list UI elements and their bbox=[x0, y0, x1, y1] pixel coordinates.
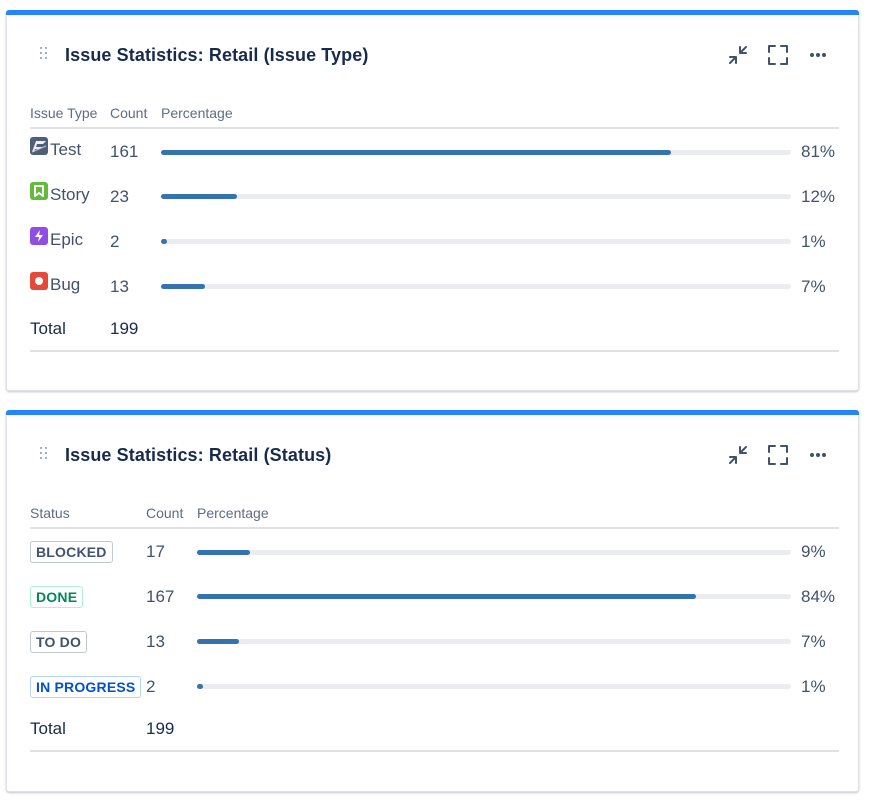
percentage-bar-track bbox=[197, 684, 791, 689]
percentage-bar-track bbox=[161, 149, 791, 155]
column-header-percentage: Percentage bbox=[161, 102, 791, 129]
status-lozenge-blocked[interactable]: BLOCKED bbox=[30, 541, 113, 563]
column-header-count: Count bbox=[110, 102, 161, 129]
total-row: Total 199 bbox=[30, 708, 839, 752]
percentage-bar-fill bbox=[197, 594, 696, 599]
more-icon bbox=[810, 453, 826, 457]
minimize-button[interactable] bbox=[726, 443, 750, 467]
more-icon bbox=[810, 53, 826, 57]
percentage-bar-track bbox=[161, 194, 791, 199]
drag-handle-icon[interactable] bbox=[38, 446, 50, 462]
count-value[interactable]: 13 bbox=[110, 263, 161, 308]
percentage-bar-fill bbox=[161, 284, 206, 289]
drag-handle-icon[interactable] bbox=[38, 46, 50, 62]
percentage-bar-fill bbox=[197, 639, 239, 644]
percentage-value: 7% bbox=[801, 276, 826, 296]
epic-icon bbox=[30, 226, 48, 245]
percentage-value: 1% bbox=[801, 231, 826, 251]
status-lozenge-in-progress[interactable]: IN PROGRESS bbox=[30, 675, 142, 698]
percentage-value: 12% bbox=[801, 186, 836, 206]
gadget-header: Issue Statistics: Retail (Status) bbox=[7, 415, 858, 493]
percentage-bar-fill bbox=[197, 549, 251, 555]
table-row: Test 161 81% bbox=[30, 128, 839, 173]
column-header-count: Count bbox=[146, 502, 197, 529]
issue-type-label: Epic bbox=[50, 229, 84, 249]
gadget-header: Issue Statistics: Retail (Issue Type) bbox=[7, 15, 858, 93]
status-table: Status Count Percentage BLOCKED 17 9% DO… bbox=[30, 502, 839, 752]
count-value[interactable]: 2 bbox=[146, 663, 197, 708]
percentage-value: 81% bbox=[801, 142, 836, 161]
column-header-blank bbox=[791, 102, 839, 129]
issue-type-label: Test bbox=[50, 140, 82, 159]
percentage-bar-track bbox=[197, 549, 791, 555]
status-gadget: Issue Statistics: Retail (Status) Status… bbox=[6, 410, 859, 792]
total-label: Total bbox=[30, 308, 110, 352]
issue-type-test-link[interactable]: Test bbox=[30, 137, 82, 160]
status-lozenge-to-do[interactable]: TO DO bbox=[30, 630, 88, 653]
count-value[interactable]: 2 bbox=[110, 218, 161, 263]
maximize-button[interactable] bbox=[766, 443, 790, 467]
count-value[interactable]: 161 bbox=[110, 128, 161, 173]
table-row: DONE 167 84% bbox=[30, 573, 839, 618]
maximize-button[interactable] bbox=[766, 43, 790, 67]
table-row: BLOCKED 17 9% bbox=[30, 528, 839, 573]
percentage-value: 84% bbox=[801, 586, 836, 606]
gadget-title: Issue Statistics: Retail (Issue Type) bbox=[65, 45, 369, 65]
column-header-issue-type: Issue Type bbox=[30, 102, 110, 129]
table-row: Story 23 12% bbox=[30, 173, 839, 218]
column-header-blank bbox=[791, 502, 839, 529]
count-value[interactable]: 17 bbox=[146, 528, 197, 573]
table-row: IN PROGRESS 2 1% bbox=[30, 663, 839, 708]
percentage-bar-fill bbox=[161, 239, 168, 244]
total-row: Total 199 bbox=[30, 308, 839, 352]
table-row: Bug 13 7% bbox=[30, 263, 839, 308]
table-row: TO DO 13 7% bbox=[30, 618, 839, 663]
count-value[interactable]: 13 bbox=[146, 618, 197, 663]
count-value[interactable]: 167 bbox=[146, 573, 197, 618]
column-header-percentage: Percentage bbox=[197, 502, 791, 529]
minimize-button[interactable] bbox=[726, 43, 750, 67]
issue-type-table: Issue Type Count Percentage Test 161 81%… bbox=[30, 102, 839, 352]
minimize-icon bbox=[729, 46, 747, 64]
table-row: Epic 2 1% bbox=[30, 218, 839, 263]
issue-type-epic-link[interactable]: Epic bbox=[30, 226, 84, 250]
percentage-bar-fill bbox=[161, 194, 237, 199]
column-header-status: Status bbox=[30, 502, 146, 529]
percentage-value: 7% bbox=[801, 631, 826, 651]
percentage-bar-fill bbox=[197, 684, 203, 689]
issue-type-story-link[interactable]: Story bbox=[30, 181, 90, 205]
percentage-bar-track bbox=[161, 284, 791, 289]
percentage-value: 9% bbox=[801, 542, 826, 561]
percentage-bar-track bbox=[161, 239, 791, 244]
story-icon bbox=[30, 181, 48, 200]
count-value[interactable]: 23 bbox=[110, 173, 161, 218]
gadget-title: Issue Statistics: Retail (Status) bbox=[65, 445, 332, 465]
issue-type-gadget: Issue Statistics: Retail (Issue Type) Is… bbox=[6, 10, 859, 391]
issue-type-label: Bug bbox=[50, 274, 81, 294]
total-count: 199 bbox=[110, 308, 161, 352]
issue-type-label: Story bbox=[50, 184, 90, 204]
maximize-icon bbox=[768, 445, 788, 465]
total-label: Total bbox=[30, 708, 146, 752]
percentage-value: 1% bbox=[801, 676, 826, 696]
maximize-icon bbox=[768, 45, 788, 65]
more-options-button[interactable] bbox=[806, 43, 830, 67]
percentage-bar-track bbox=[197, 639, 791, 644]
bug-icon bbox=[30, 271, 48, 290]
test-icon bbox=[30, 137, 48, 155]
percentage-bar-track bbox=[197, 594, 791, 599]
status-lozenge-done[interactable]: DONE bbox=[30, 585, 84, 608]
more-options-button[interactable] bbox=[806, 443, 830, 467]
issue-type-bug-link[interactable]: Bug bbox=[30, 271, 81, 295]
percentage-bar-fill bbox=[161, 149, 672, 155]
minimize-icon bbox=[729, 446, 747, 464]
total-count: 199 bbox=[146, 708, 197, 752]
